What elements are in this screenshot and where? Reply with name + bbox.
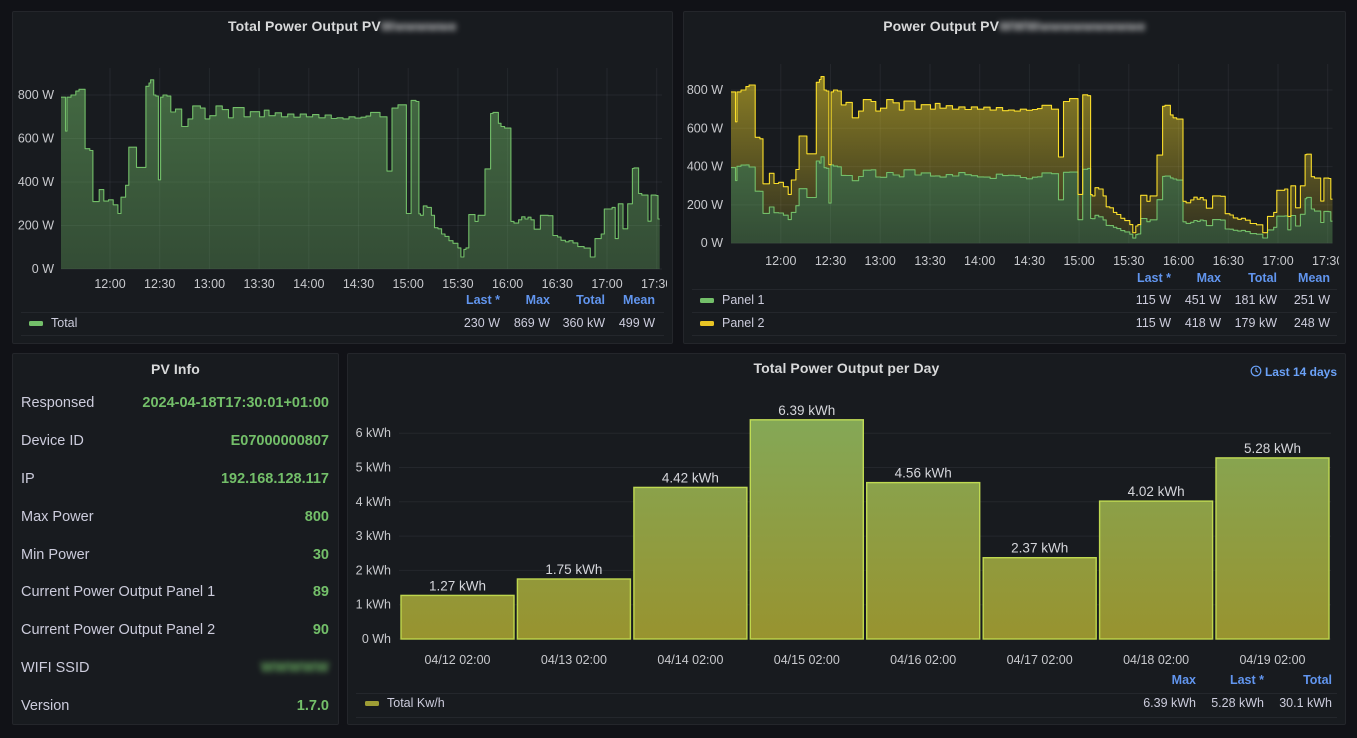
svg-text:15:30: 15:30 bbox=[1113, 254, 1144, 268]
svg-text:14:00: 14:00 bbox=[964, 254, 995, 268]
svg-text:3 kWh: 3 kWh bbox=[356, 529, 391, 543]
svg-text:17:30: 17:30 bbox=[641, 277, 667, 291]
svg-text:14:30: 14:30 bbox=[343, 277, 374, 291]
svg-text:400 W: 400 W bbox=[18, 175, 54, 189]
svg-text:600 W: 600 W bbox=[18, 132, 54, 146]
svg-text:13:00: 13:00 bbox=[865, 254, 896, 268]
svg-text:5 kWh: 5 kWh bbox=[356, 461, 391, 475]
svg-text:1.75 kWh: 1.75 kWh bbox=[545, 562, 602, 577]
svg-text:6 kWh: 6 kWh bbox=[356, 426, 391, 440]
svg-text:0 W: 0 W bbox=[701, 236, 723, 250]
svg-text:2.37 kWh: 2.37 kWh bbox=[1011, 541, 1068, 556]
svg-text:04/12 02:00: 04/12 02:00 bbox=[424, 653, 490, 667]
svg-text:04/15 02:00: 04/15 02:00 bbox=[774, 653, 840, 667]
svg-text:0 Wh: 0 Wh bbox=[362, 632, 391, 646]
svg-text:4.02 kWh: 4.02 kWh bbox=[1128, 484, 1185, 499]
svg-text:6.39 kWh: 6.39 kWh bbox=[778, 403, 835, 418]
svg-text:200 W: 200 W bbox=[687, 198, 723, 212]
svg-text:12:30: 12:30 bbox=[144, 277, 175, 291]
svg-text:04/17 02:00: 04/17 02:00 bbox=[1007, 653, 1073, 667]
svg-text:4 kWh: 4 kWh bbox=[356, 495, 391, 509]
svg-text:16:30: 16:30 bbox=[1213, 254, 1244, 268]
svg-text:14:30: 14:30 bbox=[1014, 254, 1045, 268]
svg-text:1.27 kWh: 1.27 kWh bbox=[429, 578, 486, 593]
svg-text:16:00: 16:00 bbox=[492, 277, 523, 291]
svg-text:12:00: 12:00 bbox=[94, 277, 125, 291]
svg-text:12:30: 12:30 bbox=[815, 254, 846, 268]
svg-text:13:30: 13:30 bbox=[243, 277, 274, 291]
svg-text:17:00: 17:00 bbox=[591, 277, 622, 291]
svg-text:16:30: 16:30 bbox=[542, 277, 573, 291]
svg-text:2 kWh: 2 kWh bbox=[356, 563, 391, 577]
svg-text:17:00: 17:00 bbox=[1262, 254, 1293, 268]
svg-text:15:30: 15:30 bbox=[442, 277, 473, 291]
svg-text:200 W: 200 W bbox=[18, 219, 54, 233]
svg-text:0 W: 0 W bbox=[32, 262, 54, 276]
svg-text:600 W: 600 W bbox=[687, 121, 723, 135]
svg-text:16:00: 16:00 bbox=[1163, 254, 1194, 268]
svg-text:15:00: 15:00 bbox=[393, 277, 424, 291]
svg-text:12:00: 12:00 bbox=[765, 254, 796, 268]
svg-text:13:30: 13:30 bbox=[914, 254, 945, 268]
svg-text:5.28 kWh: 5.28 kWh bbox=[1244, 441, 1301, 456]
svg-text:800 W: 800 W bbox=[687, 83, 723, 97]
svg-text:04/14 02:00: 04/14 02:00 bbox=[657, 653, 723, 667]
svg-text:17:30: 17:30 bbox=[1312, 254, 1339, 268]
svg-text:04/13 02:00: 04/13 02:00 bbox=[541, 653, 607, 667]
svg-text:13:00: 13:00 bbox=[194, 277, 225, 291]
svg-text:4.56 kWh: 4.56 kWh bbox=[895, 466, 952, 481]
svg-text:4.42 kWh: 4.42 kWh bbox=[662, 470, 719, 485]
svg-text:15:00: 15:00 bbox=[1063, 254, 1094, 268]
svg-text:04/19 02:00: 04/19 02:00 bbox=[1239, 653, 1305, 667]
svg-text:800 W: 800 W bbox=[18, 88, 54, 102]
svg-text:14:00: 14:00 bbox=[293, 277, 324, 291]
svg-text:1 kWh: 1 kWh bbox=[356, 598, 391, 612]
svg-text:04/18 02:00: 04/18 02:00 bbox=[1123, 653, 1189, 667]
svg-text:04/16 02:00: 04/16 02:00 bbox=[890, 653, 956, 667]
svg-text:400 W: 400 W bbox=[687, 160, 723, 174]
